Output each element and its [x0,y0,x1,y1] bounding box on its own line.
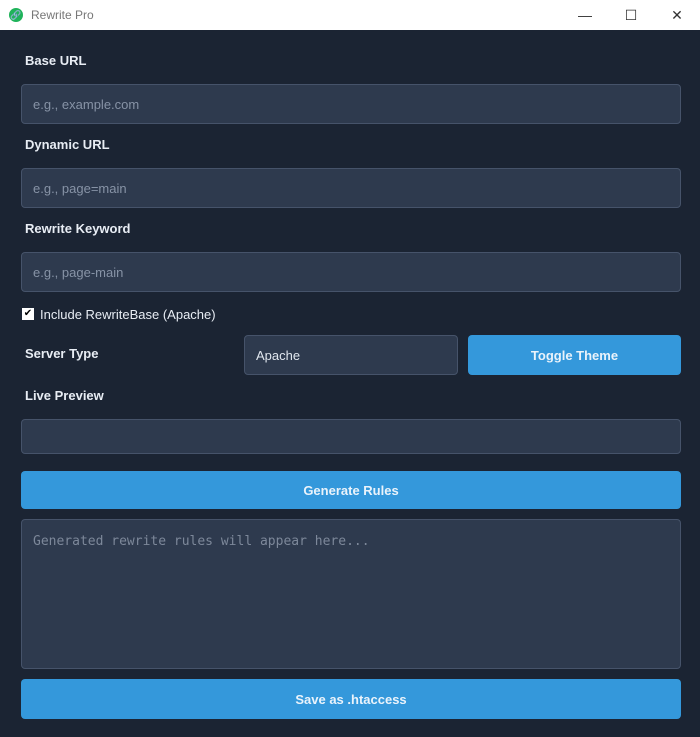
close-button[interactable]: ✕ [654,0,700,30]
rewrite-base-label[interactable]: Include RewriteBase (Apache) [40,307,216,322]
server-type-select[interactable]: Apache [244,335,458,375]
toggle-theme-button[interactable]: Toggle Theme [468,335,681,375]
maximize-button[interactable]: ☐ [608,0,654,30]
title-bar: 🔗 Rewrite Pro — ☐ ✕ [0,0,700,30]
base-url-label: Base URL [25,53,87,68]
server-type-label: Server Type [25,346,99,361]
output-textarea[interactable]: Generated rewrite rules will appear here… [21,519,681,669]
live-preview-label: Live Preview [25,388,104,403]
window-title: Rewrite Pro [31,8,94,22]
dynamic-url-label: Dynamic URL [25,137,110,152]
rewrite-keyword-input[interactable]: e.g., page-main [21,252,681,292]
save-htaccess-button[interactable]: Save as .htaccess [21,679,681,719]
base-url-input[interactable]: e.g., example.com [21,84,681,124]
rewrite-base-checkbox[interactable]: ✔ [22,308,34,320]
generate-rules-button[interactable]: Generate Rules [21,471,681,509]
rewrite-keyword-label: Rewrite Keyword [25,221,131,236]
live-preview-field[interactable] [21,419,681,454]
minimize-button[interactable]: — [562,0,608,30]
link-icon: 🔗 [9,8,23,22]
dynamic-url-input[interactable]: e.g., page=main [21,168,681,208]
